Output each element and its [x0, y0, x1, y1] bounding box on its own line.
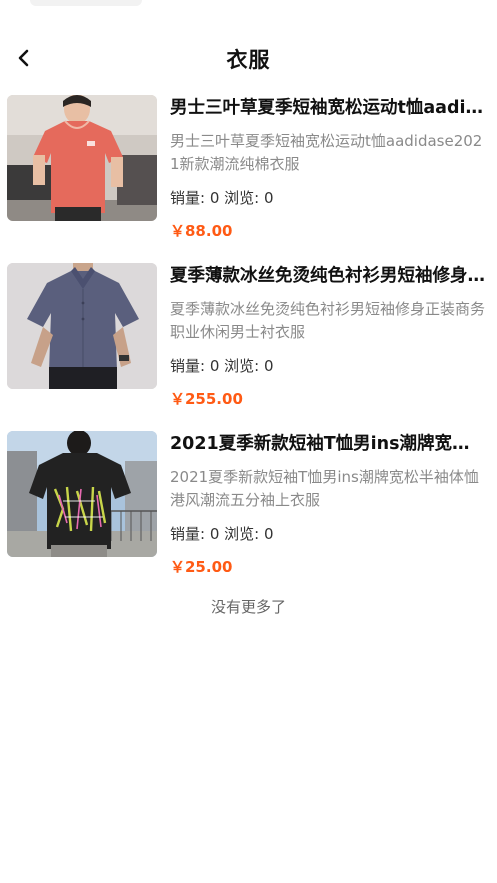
- product-stats: 销量: 0 浏览: 0: [170, 189, 274, 207]
- product-info: 2021夏季新款短袖T恤男ins潮牌宽松半袖体恤港风潮流五分袖上衣服 2021夏…: [170, 428, 487, 577]
- product-title: 男士三叶草夏季短袖宽松运动t恤aadidase2021新款潮流纯棉衣服: [170, 98, 487, 118]
- product-card[interactable]: 2021夏季新款短袖T恤男ins潮牌宽松半袖体恤港风潮流五分袖上衣服 2021夏…: [0, 428, 497, 596]
- page-title: 衣服: [226, 48, 271, 72]
- status-bar-notch: [30, 0, 142, 6]
- product-description: 夏季薄款冰丝免烫纯色衬衫男短袖修身正装商务职业休闲男士衬衣服: [170, 300, 486, 341]
- product-description: 2021夏季新款短袖T恤男ins潮牌宽松半袖体恤港风潮流五分袖上衣服: [170, 468, 479, 509]
- product-stats: 销量: 0 浏览: 0: [170, 525, 274, 543]
- product-price: ￥88.00: [170, 222, 233, 240]
- end-of-list-text: 没有更多了: [210, 598, 286, 616]
- product-title: 2021夏季新款短袖T恤男ins潮牌宽松半袖体恤港风潮流五分袖上衣服: [170, 434, 487, 454]
- product-title: 夏季薄款冰丝免烫纯色衬衫男短袖修身正装商务职业休闲男士衬衣服: [170, 266, 487, 286]
- product-image: [7, 431, 157, 557]
- product-image: [7, 263, 157, 389]
- product-list: 男士三叶草夏季短袖宽松运动t恤aadidase2021新款潮流纯棉衣服 男士三叶…: [0, 92, 497, 596]
- product-price: ￥255.00: [170, 390, 243, 408]
- product-info: 夏季薄款冰丝免烫纯色衬衫男短袖修身正装商务职业休闲男士衬衣服 夏季薄款冰丝免烫纯…: [170, 260, 487, 409]
- product-description: 男士三叶草夏季短袖宽松运动t恤aadidase2021新款潮流纯棉衣服: [170, 132, 483, 173]
- product-price: ￥25.00: [170, 558, 233, 576]
- product-image: [7, 95, 157, 221]
- product-stats: 销量: 0 浏览: 0: [170, 357, 274, 375]
- product-card[interactable]: 男士三叶草夏季短袖宽松运动t恤aadidase2021新款潮流纯棉衣服 男士三叶…: [0, 92, 497, 260]
- page-header: 衣服: [0, 30, 497, 86]
- product-info: 男士三叶草夏季短袖宽松运动t恤aadidase2021新款潮流纯棉衣服 男士三叶…: [170, 92, 487, 241]
- product-card[interactable]: 夏季薄款冰丝免烫纯色衬衫男短袖修身正装商务职业休闲男士衬衣服 夏季薄款冰丝免烫纯…: [0, 260, 497, 428]
